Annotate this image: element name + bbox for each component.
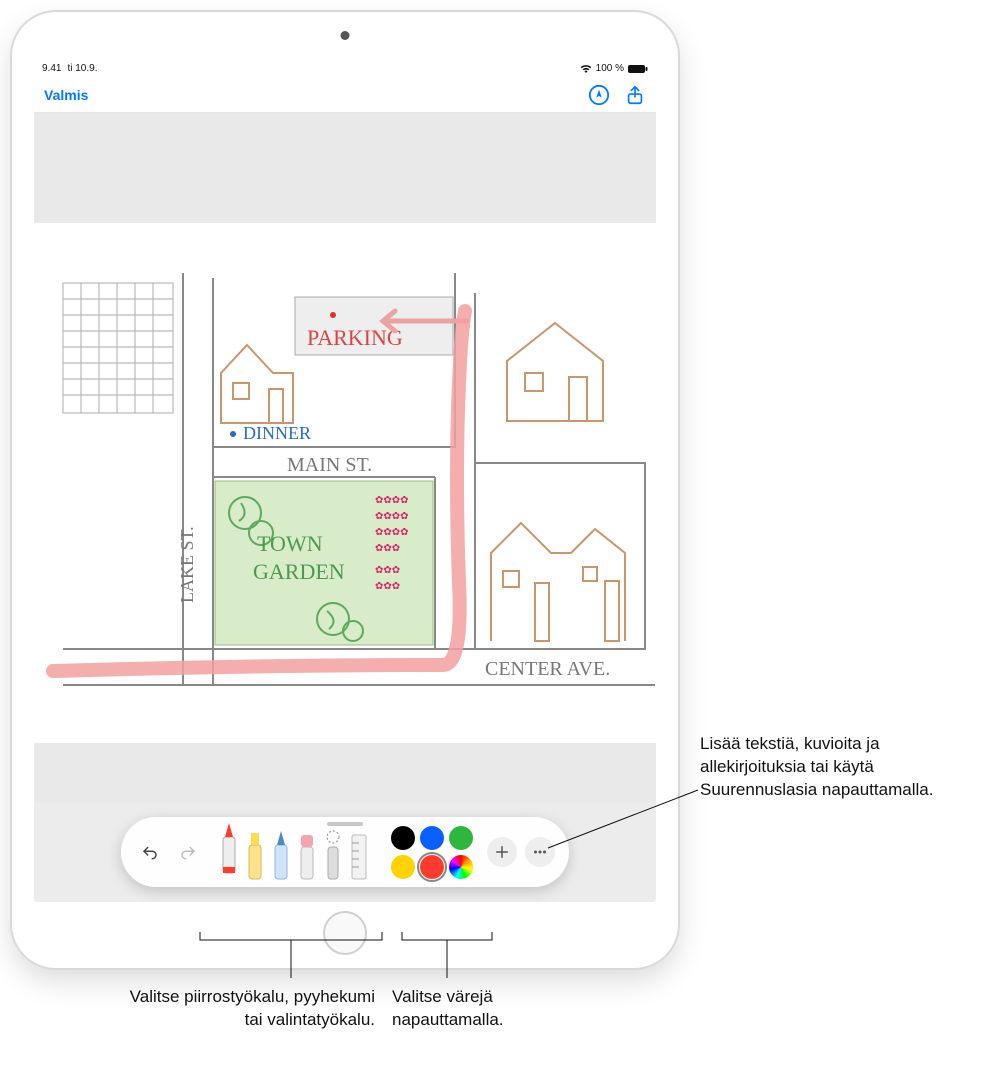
callout-add-text: Lisää tekstiä, kuvioita ja allekirjoituk… xyxy=(700,733,980,802)
callout-colors: Valitse värejä napauttamalla. xyxy=(392,986,572,1032)
callout-tools: Valitse piirrostyökalu, pyyhekumi tai va… xyxy=(115,986,375,1032)
